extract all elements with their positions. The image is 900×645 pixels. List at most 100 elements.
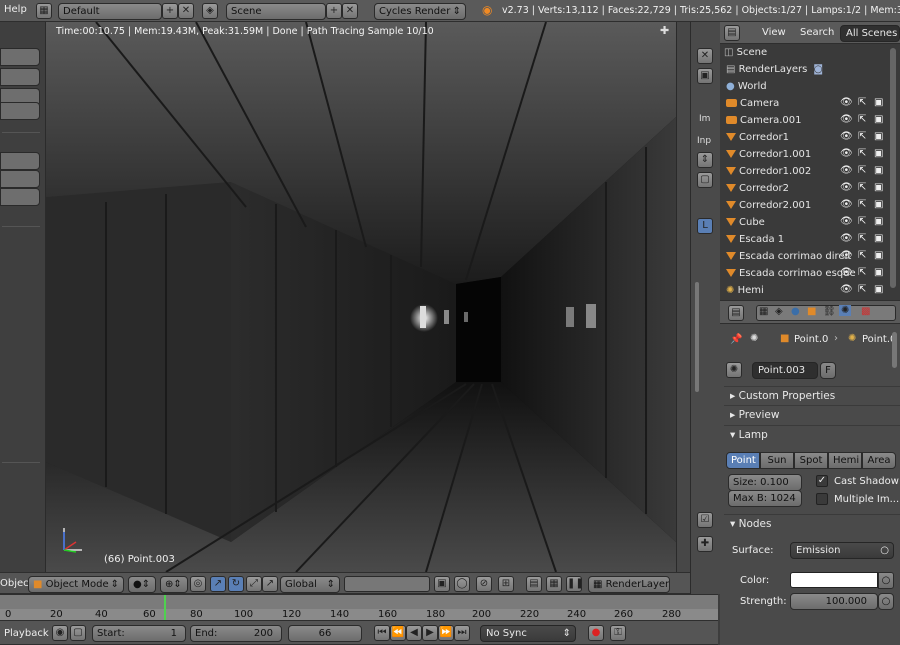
color-swatch[interactable] (790, 572, 878, 588)
area-divider[interactable] (676, 22, 690, 594)
orientation-select[interactable]: Global ⇕ (280, 576, 340, 593)
custom-properties-panel[interactable]: ▸ Custom Properties (724, 386, 900, 405)
strip-scroll[interactable] (695, 282, 699, 392)
lamp-panel[interactable]: ▾ Lamp (724, 425, 900, 444)
outliner-item-scene[interactable]: ◫ Scene (724, 44, 894, 61)
current-frame-field[interactable]: 66 (288, 625, 362, 642)
render-camera-icon[interactable]: ▣ (874, 267, 883, 278)
outliner-item-world[interactable]: ● World (726, 78, 896, 95)
color-link-button[interactable]: ○ (878, 572, 894, 589)
outliner-scrollbar[interactable] (890, 48, 896, 288)
lamp-type-point[interactable]: Point (726, 452, 760, 469)
texture-tab-icon[interactable]: ▩ (861, 306, 870, 317)
render-camera-icon[interactable]: ▣ (874, 199, 883, 210)
tool-button[interactable] (0, 48, 40, 66)
tool-button[interactable] (0, 102, 40, 120)
mode-select[interactable]: ■ Object Mode ⇕ (28, 576, 124, 593)
constraints-tab-icon[interactable]: ⛓ (823, 306, 836, 317)
pin-icon[interactable]: 📌 (730, 334, 742, 345)
scene-tab-icon[interactable]: ◈ (775, 306, 783, 317)
select-cursor-icon[interactable]: ⇱ (858, 199, 866, 210)
select-cursor-icon[interactable]: ⇱ (858, 216, 866, 227)
cast-shadow-checkbox[interactable]: ✓ (816, 475, 828, 487)
visibility-eye-icon[interactable]: 👁 (840, 250, 853, 261)
auto-keying-icon[interactable]: ● (588, 625, 604, 641)
current-frame-marker[interactable] (164, 595, 166, 621)
tool-button[interactable] (0, 152, 40, 170)
render-camera-icon[interactable]: ▣ (874, 114, 883, 125)
render-camera-icon[interactable]: ▣ (874, 97, 883, 108)
visibility-eye-icon[interactable]: 👁 (840, 216, 853, 227)
max-bounces-field[interactable]: Max B: 1024 (728, 490, 802, 507)
start-frame-field[interactable]: Start: 1 (92, 625, 186, 642)
timeline-ruler[interactable]: 0 20 40 60 80 100 120 140 160 180 200 22… (0, 594, 718, 621)
strip-button-icon[interactable]: L (697, 218, 713, 234)
select-cursor-icon[interactable]: ⇱ (858, 97, 866, 108)
render-camera-icon[interactable]: ▣ (874, 216, 883, 227)
pause-icon[interactable]: ❚❚ (566, 576, 584, 592)
sync-select[interactable]: No Sync ⇕ (480, 625, 576, 642)
strip-button-icon[interactable]: ▢ (697, 172, 713, 188)
select-cursor-icon[interactable]: ⇱ (858, 165, 866, 176)
lock-layers-icon[interactable]: ▣ (434, 576, 450, 592)
add-scene-icon[interactable]: + (326, 3, 342, 19)
render-camera-icon[interactable]: ▣ (874, 233, 883, 244)
translate-icon[interactable]: ↗ (210, 576, 226, 592)
properties-editor-icon[interactable]: ▤ (728, 305, 744, 321)
render-still-icon[interactable]: ▤ (526, 576, 542, 592)
manipulator-toggle-icon[interactable]: ◎ (190, 576, 206, 592)
visibility-eye-icon[interactable]: 👁 (840, 114, 853, 125)
lamp-type-sun[interactable]: Sun (760, 452, 794, 469)
select-cursor-icon[interactable]: ⇱ (858, 267, 866, 278)
surface-shader-select[interactable]: Emission ○ (790, 542, 894, 559)
datablock-browse-icon[interactable]: ✺ (726, 362, 742, 378)
select-cursor-icon[interactable]: ⇱ (858, 131, 866, 142)
prev-keyframe-icon[interactable]: ⏪ (390, 625, 406, 641)
visibility-eye-icon[interactable]: 👁 (840, 233, 853, 244)
add-layout-icon[interactable]: + (162, 3, 178, 19)
outliner-item-renderlayers[interactable]: ▤ RenderLayers ◙ (726, 61, 896, 78)
jump-start-icon[interactable]: ⏮ (374, 625, 390, 641)
snap-icon[interactable]: ⊘ (476, 576, 492, 592)
outliner-filter-select[interactable]: All Scenes (840, 25, 900, 42)
playback-menu[interactable]: Playback (4, 628, 49, 639)
rotate-icon[interactable]: ↻ (228, 576, 244, 592)
screen-layout-icon[interactable]: ▦ (36, 3, 52, 19)
viewport-shading-select[interactable]: ●⇕ (128, 576, 156, 593)
screen-layout-field[interactable]: Default (58, 3, 162, 20)
datablock-name-field[interactable]: Point.003 (752, 362, 818, 379)
scene-icon[interactable]: ◈ (202, 3, 218, 19)
strip-button-icon[interactable]: ⇕ (697, 152, 713, 168)
keying-set-icon[interactable]: ⚿ (610, 625, 626, 641)
fake-user-button[interactable]: F (820, 362, 836, 379)
snap-element-icon[interactable]: ⊞ (498, 576, 514, 592)
jump-end-icon[interactable]: ⏭ (454, 625, 470, 641)
lamp-type-area[interactable]: Area (862, 452, 896, 469)
proportional-edit-icon[interactable]: ◯ (454, 576, 470, 592)
render-layer-select[interactable]: ▦ RenderLayer (588, 576, 670, 593)
nodes-panel[interactable]: ▾ Nodes (724, 514, 900, 533)
pivot-select[interactable]: ⊕⇕ (160, 576, 188, 593)
visibility-eye-icon[interactable]: 👁 (840, 131, 853, 142)
remove-scene-icon[interactable]: ✕ (342, 3, 358, 19)
multiple-importance-checkbox[interactable] (816, 493, 828, 505)
close-icon[interactable]: ✕ (697, 48, 713, 64)
select-cursor-icon[interactable]: ⇱ (858, 148, 866, 159)
select-cursor-icon[interactable]: ⇱ (858, 284, 866, 295)
render-camera-icon[interactable]: ▣ (874, 250, 883, 261)
preview-panel[interactable]: ▸ Preview (724, 405, 900, 424)
lamp-type-spot[interactable]: Spot (794, 452, 828, 469)
select-cursor-icon[interactable]: ⇱ (858, 233, 866, 244)
visibility-eye-icon[interactable]: 👁 (840, 267, 853, 278)
next-keyframe-icon[interactable]: ⏩ (438, 625, 454, 641)
visibility-eye-icon[interactable]: 👁 (840, 182, 853, 193)
properties-context-tabs[interactable]: ▦ ◈ ● ■ ⛓ ✺ ▩ (756, 305, 896, 321)
layer-buttons[interactable] (344, 576, 430, 592)
strength-field[interactable]: 100.000 (790, 593, 878, 610)
play-reverse-icon[interactable]: ◀ (406, 625, 422, 641)
play-icon[interactable]: ▶ (422, 625, 438, 641)
render-tab-icon[interactable]: ▦ (759, 306, 768, 317)
select-cursor-icon[interactable]: ⇱ (858, 114, 866, 125)
object-tab-icon[interactable]: ■ (807, 306, 816, 317)
search-menu[interactable]: Search (800, 27, 834, 38)
